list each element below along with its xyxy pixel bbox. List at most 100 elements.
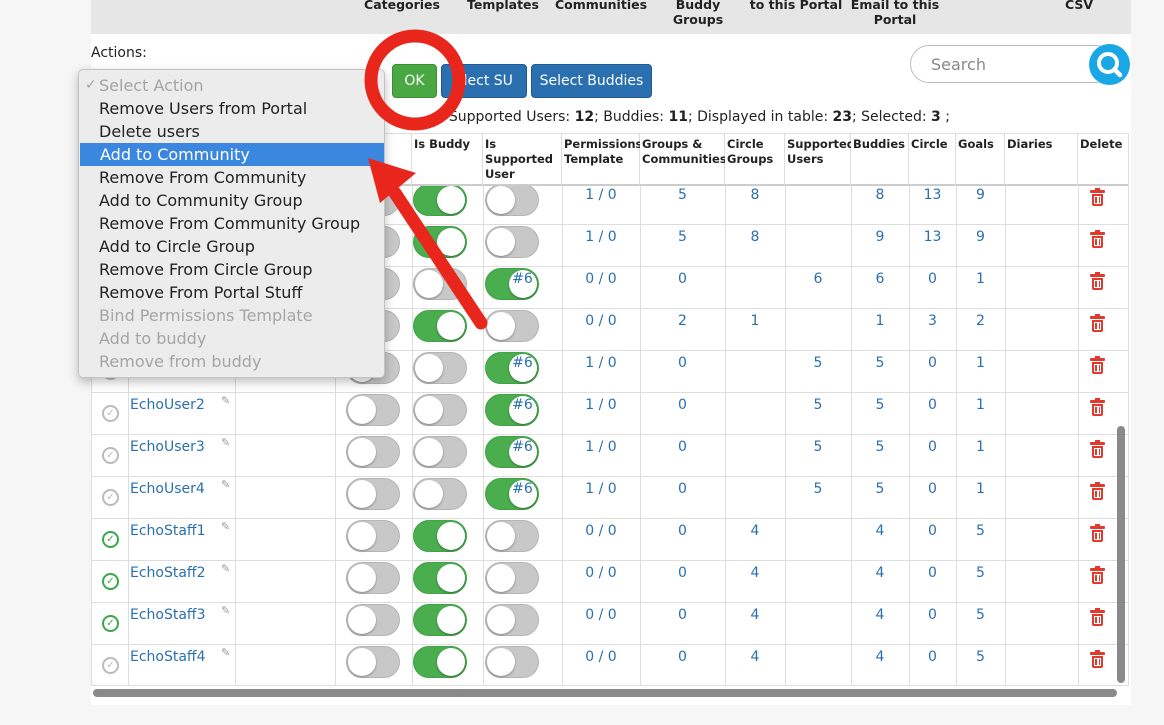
is-buddy-toggle[interactable] <box>413 646 467 678</box>
account-toggle[interactable] <box>346 394 400 426</box>
trash-icon[interactable] <box>1090 230 1105 248</box>
cell-supported-users[interactable]: 4 <box>725 607 785 623</box>
cell-template[interactable]: #6 <box>483 397 562 413</box>
cell-buddies[interactable]: 5 <box>785 355 851 371</box>
column-header[interactable]: Circle <box>909 134 956 186</box>
select-buddies-button[interactable]: Select Buddies <box>531 64 652 98</box>
is-supported-toggle[interactable] <box>485 520 539 552</box>
cell-supported-users[interactable]: 4 <box>725 523 785 539</box>
search-input[interactable] <box>931 55 1081 74</box>
trash-icon[interactable] <box>1090 314 1105 332</box>
is-supported-toggle[interactable] <box>485 310 539 342</box>
trash-icon[interactable] <box>1090 482 1105 500</box>
trash-icon[interactable] <box>1090 608 1105 626</box>
column-header[interactable]: Buddies <box>851 134 909 186</box>
dropdown-option[interactable]: Remove From Community Group <box>79 212 384 235</box>
cell-groups[interactable]: 0 / 0 <box>562 523 640 539</box>
cell-goals[interactable]: 13 <box>909 187 956 203</box>
cell-diaries[interactable]: 9 <box>956 187 1005 203</box>
cell-goals[interactable]: 0 <box>909 523 956 539</box>
is-buddy-toggle[interactable] <box>413 520 467 552</box>
dropdown-option[interactable]: ✓ Select Action <box>79 74 384 97</box>
cell-diaries[interactable]: 1 <box>956 271 1005 287</box>
user-name-link[interactable]: EchoUser4 <box>130 481 205 497</box>
actions-dropdown[interactable]: ✓ Select Action Remove Users from Portal De… <box>78 69 385 378</box>
cell-circle[interactable]: 5 <box>851 355 909 371</box>
account-toggle[interactable] <box>346 436 400 468</box>
dropdown-option[interactable]: Add to Community Group <box>79 189 384 212</box>
cell-goals[interactable]: 0 <box>909 607 956 623</box>
pencil-icon[interactable]: ✎ <box>221 479 233 491</box>
cell-circle[interactable]: 4 <box>851 607 909 623</box>
is-supported-toggle[interactable] <box>485 226 539 258</box>
trash-icon[interactable] <box>1090 566 1105 584</box>
cell-circle-groups[interactable]: 0 <box>640 565 725 581</box>
select-su-button[interactable]: elect SU <box>441 64 527 98</box>
check-circle-icon[interactable]: ✓ <box>102 405 119 422</box>
user-name-link[interactable]: EchoStaff2 <box>130 565 206 581</box>
search-field[interactable] <box>910 45 1115 83</box>
table-row[interactable]: ✓ EchoStaff2 ✎ 0 / 004405 <box>92 561 1128 603</box>
cell-circle-groups[interactable]: 0 <box>640 649 725 665</box>
is-buddy-toggle[interactable] <box>413 184 467 216</box>
cell-circle-groups[interactable]: 5 <box>640 229 725 245</box>
column-header[interactable]: Goals <box>956 134 1005 186</box>
trash-icon[interactable] <box>1090 272 1105 290</box>
cell-groups[interactable]: 1 / 0 <box>562 355 640 371</box>
cell-groups[interactable]: 1 / 0 <box>562 481 640 497</box>
search-icon[interactable] <box>1089 44 1130 85</box>
cell-groups[interactable]: 0 / 0 <box>562 607 640 623</box>
table-row[interactable]: ✓ EchoUser2 ✎ #6 1 / 005501 <box>92 393 1128 435</box>
cell-diaries[interactable]: 5 <box>956 523 1005 539</box>
account-toggle[interactable] <box>346 646 400 678</box>
cell-goals[interactable]: 0 <box>909 565 956 581</box>
pencil-icon[interactable]: ✎ <box>221 521 233 533</box>
column-header[interactable]: Permissions Template <box>562 134 642 186</box>
cell-goals[interactable]: 13 <box>909 229 956 245</box>
table-row[interactable]: ✓ EchoUser4 ✎ #6 1 / 005501 <box>92 477 1128 519</box>
user-name-link[interactable]: EchoUser3 <box>130 439 205 455</box>
cell-circle[interactable]: 4 <box>851 565 909 581</box>
check-circle-icon[interactable]: ✓ <box>102 447 119 464</box>
cell-goals[interactable]: 0 <box>909 397 956 413</box>
is-buddy-toggle[interactable] <box>413 310 467 342</box>
cell-template[interactable]: #6 <box>483 481 562 497</box>
dropdown-option[interactable]: Add to Circle Group <box>79 235 384 258</box>
cell-diaries[interactable]: 5 <box>956 607 1005 623</box>
is-buddy-toggle[interactable] <box>413 604 467 636</box>
cell-goals[interactable]: 0 <box>909 649 956 665</box>
cell-goals[interactable]: 0 <box>909 439 956 455</box>
dropdown-option[interactable]: Delete users <box>79 120 384 143</box>
cell-circle[interactable]: 6 <box>851 271 909 287</box>
table-row[interactable]: ✓ EchoUser3 ✎ #6 1 / 005501 <box>92 435 1128 477</box>
cell-supported-users[interactable]: 4 <box>725 565 785 581</box>
cell-supported-users[interactable]: 8 <box>725 187 785 203</box>
cell-supported-users[interactable]: 4 <box>725 649 785 665</box>
cell-groups[interactable]: 1 / 0 <box>562 229 640 245</box>
trash-icon[interactable] <box>1090 398 1105 416</box>
cell-groups[interactable]: 1 / 0 <box>562 397 640 413</box>
cell-goals[interactable]: 0 <box>909 481 956 497</box>
pencil-icon[interactable]: ✎ <box>221 437 233 449</box>
user-name-link[interactable]: EchoStaff3 <box>130 607 206 623</box>
trash-icon[interactable] <box>1090 650 1105 668</box>
cell-buddies[interactable]: 5 <box>785 481 851 497</box>
cell-diaries[interactable]: 2 <box>956 313 1005 329</box>
cell-circle-groups[interactable]: 0 <box>640 607 725 623</box>
check-circle-icon[interactable]: ✓ <box>102 531 119 548</box>
cell-template[interactable]: #6 <box>483 439 562 455</box>
pencil-icon[interactable]: ✎ <box>221 647 233 659</box>
cell-groups[interactable]: 1 / 0 <box>562 439 640 455</box>
cell-goals[interactable]: 0 <box>909 271 956 287</box>
cell-supported-users[interactable]: 8 <box>725 229 785 245</box>
trash-icon[interactable] <box>1090 440 1105 458</box>
check-circle-icon[interactable]: ✓ <box>102 615 119 632</box>
check-circle-icon[interactable]: ✓ <box>102 489 119 506</box>
cell-circle[interactable]: 5 <box>851 397 909 413</box>
dropdown-option[interactable]: Remove From Community <box>79 166 384 189</box>
is-supported-toggle[interactable] <box>485 604 539 636</box>
cell-diaries[interactable]: 1 <box>956 439 1005 455</box>
account-toggle[interactable] <box>346 604 400 636</box>
column-header[interactable]: Circle Groups <box>725 134 785 186</box>
pencil-icon[interactable]: ✎ <box>221 605 233 617</box>
